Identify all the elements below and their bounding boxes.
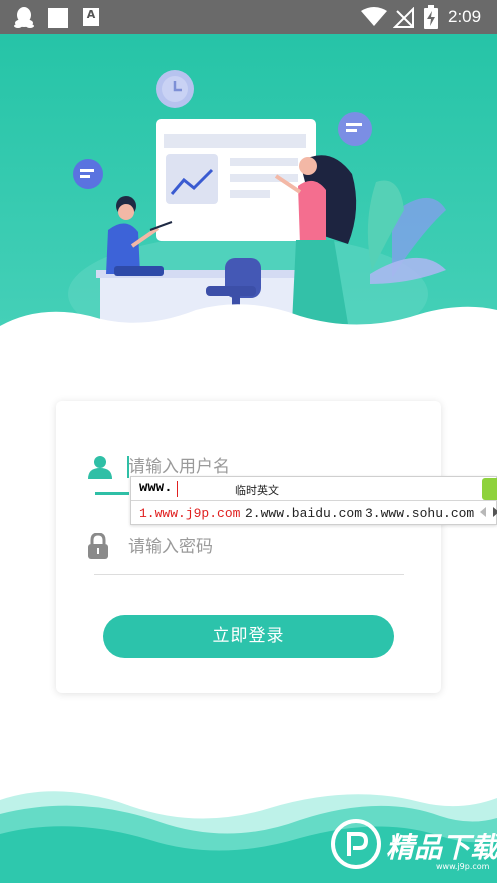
ime-prev-page-icon[interactable]: [480, 507, 486, 517]
ime-mode-label: 临时英文: [235, 484, 279, 497]
password-underline: [94, 574, 404, 575]
no-signal-icon: [393, 7, 414, 28]
battery-charging-icon: [424, 5, 438, 29]
ime-next-page-icon[interactable]: [493, 507, 497, 517]
ime-candidate-2[interactable]: 2.www.baidu.com: [245, 506, 362, 521]
wifi-icon: [361, 7, 387, 26]
login-button[interactable]: 立即登录: [103, 615, 394, 658]
qq-icon: [14, 7, 34, 28]
lock-icon: [88, 533, 108, 559]
watermark-logo-icon: [331, 819, 381, 869]
status-bar: A 2:09: [0, 0, 497, 34]
font-a-icon: A: [83, 8, 99, 26]
watermark-brand: 精品下载: [386, 831, 497, 864]
header-illustration: [0, 34, 497, 334]
username-underline: [95, 492, 129, 495]
password-field[interactable]: [128, 533, 403, 561]
user-icon: [88, 456, 112, 479]
ime-candidate-popup: www. 临时英文 1.www.j9p.com 2.www.baidu.com …: [130, 476, 497, 525]
text-cursor: [127, 456, 129, 478]
watermark-url: www.j9p.com: [436, 862, 490, 871]
square-notification-icon: [48, 8, 68, 28]
ime-candidate-1[interactable]: 1.www.j9p.com: [139, 506, 240, 521]
ime-cursor: [177, 481, 178, 497]
ime-logo-icon: [482, 478, 497, 500]
ime-composing-text: www.: [139, 480, 173, 496]
status-time: 2:09: [448, 7, 482, 26]
ime-candidate-3[interactable]: 3.www.sohu.com: [365, 506, 474, 521]
ime-divider: [131, 500, 497, 501]
